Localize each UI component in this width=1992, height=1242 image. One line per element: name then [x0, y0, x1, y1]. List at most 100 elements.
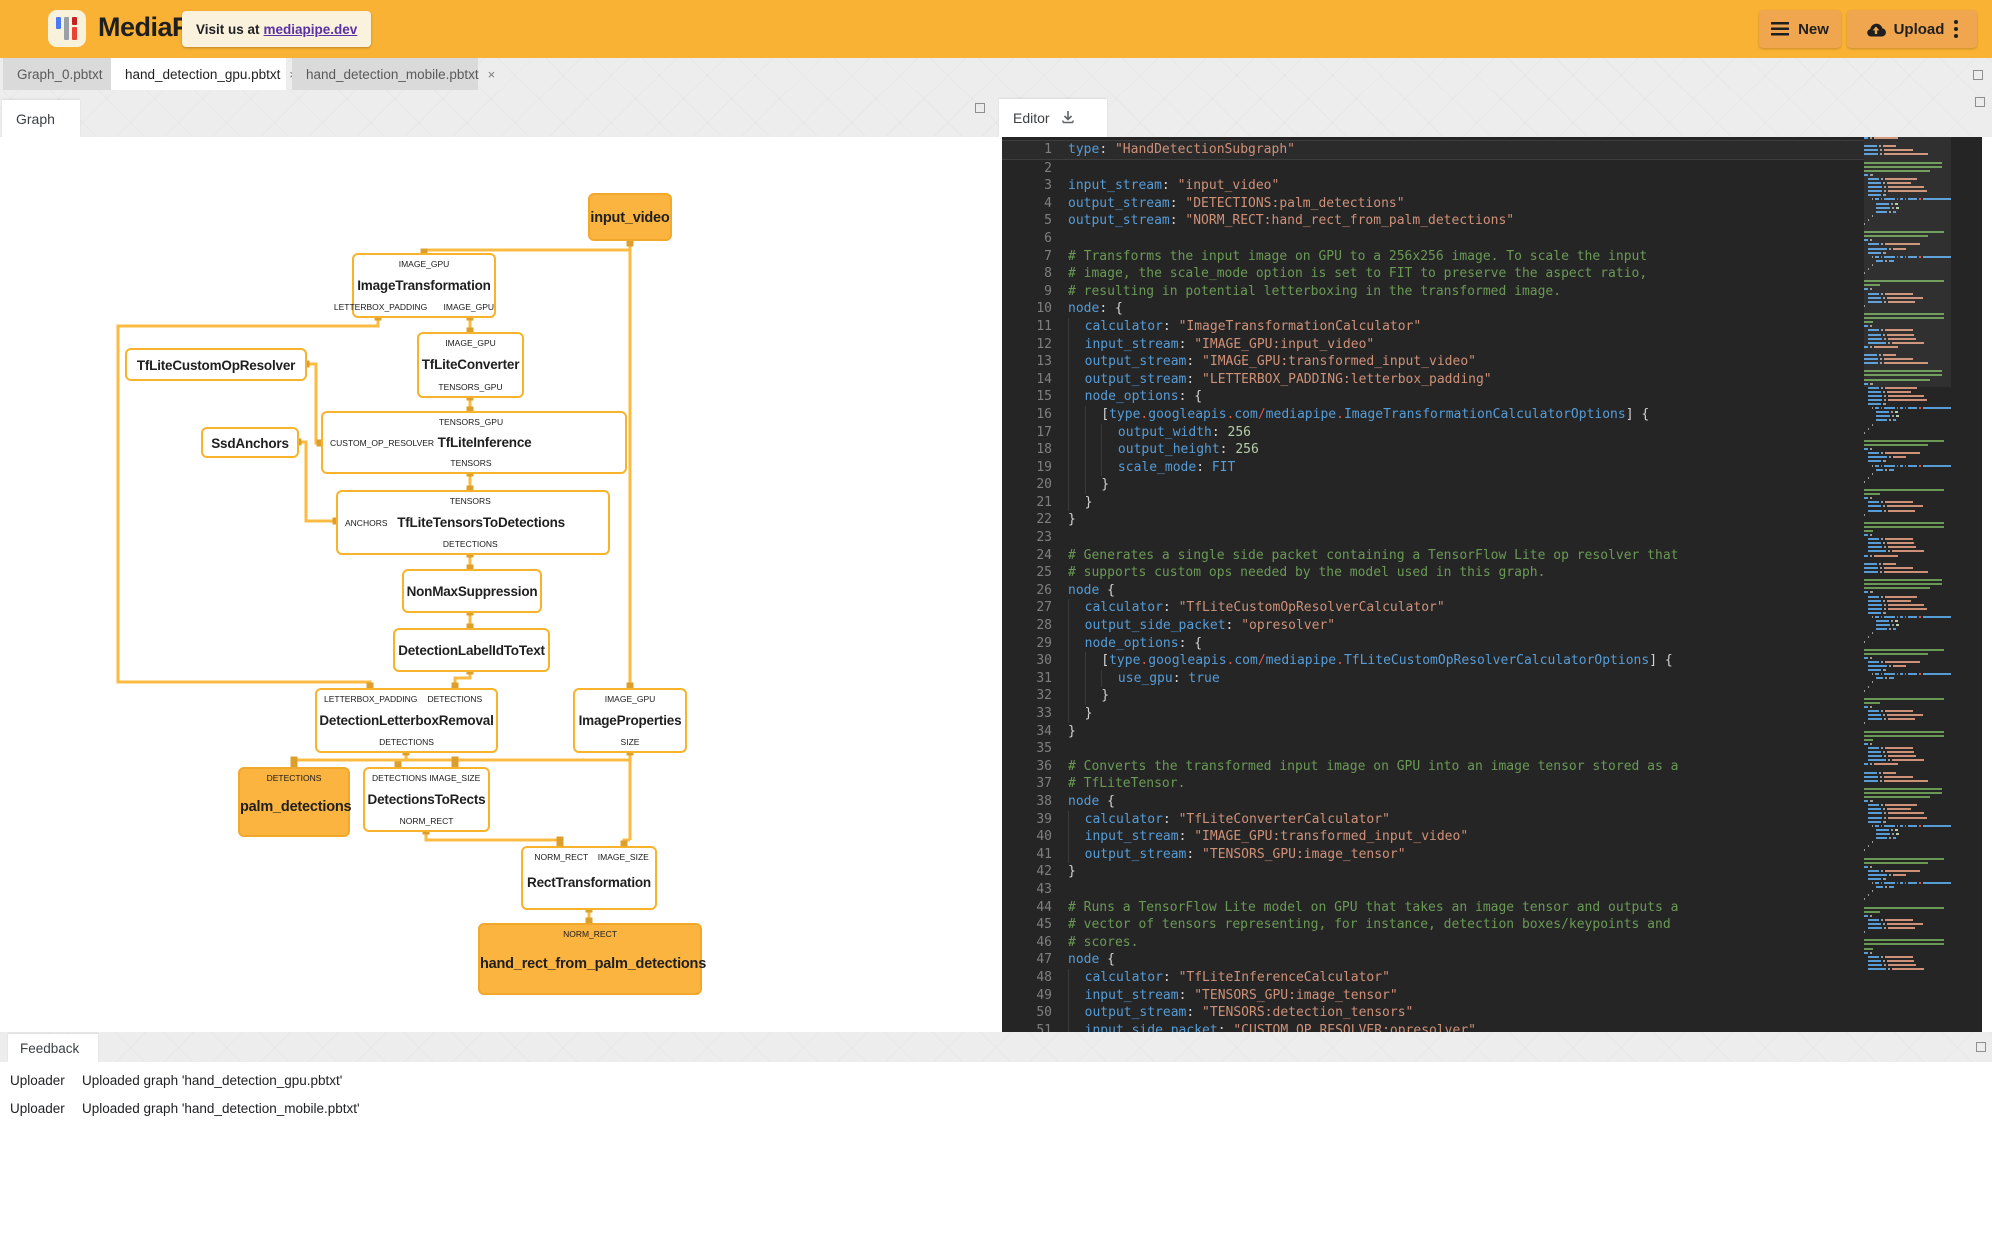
minimap-viewport[interactable] [1864, 137, 1951, 387]
graph-node-image-properties[interactable]: ImageProperties IMAGE_GPU SIZE [573, 688, 687, 753]
editor-popout-icon[interactable] [1975, 97, 1985, 107]
code-line-38[interactable]: 38 node { [1002, 793, 1864, 811]
feedback-entry: Uploader Uploaded graph 'hand_detection_m… [0, 1094, 1000, 1122]
graph-node-detections-to-rects[interactable]: DetectionsToRects DETECTIONS IMAGE_SIZE NOR… [363, 767, 490, 832]
code-text: } [1068, 687, 1109, 705]
graph-node-detection-letterbox-removal[interactable]: DetectionLetterboxRemoval LETTERBOX_PADDI… [315, 688, 498, 753]
code-line-42[interactable]: 42} [1002, 863, 1864, 881]
code-area[interactable]: 1 type: "HandDetectionSubgraph" 2 3 input_st… [1002, 140, 1864, 1032]
code-line-48[interactable]: 48 calculator: "TfLiteInferenceCalculator… [1002, 968, 1864, 987]
code-line-50[interactable]: 50 output_stream: "TENSORS:detection_tens… [1002, 1004, 1864, 1022]
graph-node-non-max-suppression[interactable]: NonMaxSuppression [402, 569, 542, 613]
code-line-32[interactable]: 32} [1002, 687, 1864, 705]
code-text: } [1068, 512, 1076, 528]
editor-tab-label: Editor [1013, 110, 1050, 126]
code-line-6[interactable]: 6 [1002, 230, 1864, 248]
code-line-4[interactable]: 4 output_stream: "DETECTIONS:palm_detecti… [1002, 195, 1864, 213]
upload-button[interactable]: Upload [1847, 10, 1977, 48]
code-line-17[interactable]: 17 output_width: 256 [1002, 423, 1864, 442]
graph-node-detection-label-id-to-text[interactable]: DetectionLabelIdToText [393, 628, 550, 672]
code-line-8[interactable]: 8 # image, the scale_mode option is set t… [1002, 265, 1864, 283]
code-line-20[interactable]: 20} [1002, 476, 1864, 494]
graph-canvas[interactable]: input_video ImageTransformation IMAGE_GPU L… [0, 137, 1002, 1032]
code-text: output_stream: "NORM_RECT:hand_rect_from… [1068, 213, 1515, 229]
new-button[interactable]: New [1759, 10, 1841, 48]
code-line-3[interactable]: 3 input_stream: "input_video" [1002, 177, 1864, 195]
code-line-23[interactable]: 23 [1002, 529, 1864, 547]
code-line-5[interactable]: 5 output_stream: "NORM_RECT:hand_rect_fro… [1002, 212, 1864, 230]
code-line-12[interactable]: 12 input_stream: "IMAGE_GPU:input_video" [1002, 335, 1864, 354]
line-number: 44 [1036, 899, 1052, 915]
tab-feedback[interactable]: Feedback [8, 1034, 98, 1062]
code-line-15[interactable]: 15 node_options: { [1002, 388, 1864, 406]
code-text: output_stream: "DETECTIONS:palm_detectio… [1068, 195, 1405, 211]
tab-graph[interactable]: Graph [2, 100, 80, 137]
code-line-37[interactable]: 37 # TfLiteTensor. [1002, 775, 1864, 793]
editor-minimap[interactable] [1864, 137, 1951, 1032]
code-line-10[interactable]: 10 node: { [1002, 300, 1864, 318]
close-tab-icon[interactable]: × [488, 67, 496, 82]
code-line-22[interactable]: 22} [1002, 511, 1864, 529]
code-line-44[interactable]: 44 # Runs a TensorFlow Lite model on GPU … [1002, 899, 1864, 917]
code-line-47[interactable]: 47 node { [1002, 951, 1864, 969]
code-line-29[interactable]: 29 node_options: { [1002, 634, 1864, 653]
graph-node-rect-transformation[interactable]: RectTransformation NORM_RECT IMAGE_SIZE [521, 846, 657, 910]
code-line-39[interactable]: 39 calculator: "TfLiteConverterCalculator… [1002, 810, 1864, 829]
code-line-16[interactable]: 16 [type.googleapis.com/mediapipe.ImageTr… [1002, 405, 1864, 424]
top-popout-icon[interactable] [1973, 70, 1983, 80]
code-line-7[interactable]: 7 # Transforms the input image on GPU to … [1002, 248, 1864, 266]
code-line-11[interactable]: 11 calculator: "ImageTransformationCalcul… [1002, 317, 1864, 336]
graph-node-tflite-custom-op-resolver[interactable]: TfLiteCustomOpResolver [125, 348, 307, 381]
code-text: } [1068, 864, 1076, 880]
tab-editor[interactable]: Editor [999, 99, 1107, 137]
code-line-36[interactable]: 36 # Converts the transformed input image… [1002, 758, 1864, 776]
graph-node-ssd-anchors[interactable]: SsdAnchors [201, 427, 299, 458]
mediapipe-dev-link[interactable]: mediapipe.dev [264, 22, 358, 37]
upload-more-options-icon[interactable] [1954, 20, 1959, 38]
line-number: 22 [1036, 512, 1052, 528]
graph-node-image-transformation[interactable]: ImageTransformation IMAGE_GPU LETTERBOX_PA… [334, 253, 496, 318]
code-line-31[interactable]: 31 use_gpu: true [1002, 669, 1864, 688]
code-line-28[interactable]: 28 output_side_packet: "opresolver" [1002, 617, 1864, 635]
code-line-49[interactable]: 49 input_stream: "TENSORS_GPU:image_tenso… [1002, 986, 1864, 1005]
code-line-2[interactable]: 2 [1002, 160, 1864, 178]
code-line-14[interactable]: 14 output_stream: "LETTERBOX_PADDING:lett… [1002, 370, 1864, 389]
file-tab-hand_detection_mobile.pbtxt[interactable]: hand_detection_mobile.pbtxt × [292, 58, 495, 90]
graph-node-hand-rect-from-palm-detections[interactable]: hand_rect_from_palm_detections NORM_RECT [478, 923, 706, 995]
code-line-18[interactable]: 18 output_height: 256 [1002, 441, 1864, 459]
download-icon[interactable] [1060, 110, 1076, 126]
code-line-27[interactable]: 27 calculator: "TfLiteCustomOpResolverCal… [1002, 599, 1864, 618]
code-line-46[interactable]: 46 # scores. [1002, 934, 1864, 952]
code-line-35[interactable]: 35 [1002, 740, 1864, 758]
file-tab-hand_detection_gpu.pbtxt[interactable]: hand_detection_gpu.pbtxt× [111, 58, 297, 90]
code-line-43[interactable]: 43 [1002, 881, 1864, 899]
code-line-41[interactable]: 41 output_stream: "TENSORS_GPU:image_tens… [1002, 845, 1864, 864]
code-line-1[interactable]: 1 type: "HandDetectionSubgraph" [1002, 140, 1864, 160]
code-line-13[interactable]: 13 output_stream: "IMAGE_GPU:transformed_… [1002, 353, 1864, 371]
code-line-30[interactable]: 30 [type.googleapis.com/mediapipe.TfLiteC… [1002, 652, 1864, 670]
code-line-9[interactable]: 9 # resulting in potential letterboxing i… [1002, 283, 1864, 301]
graph-node-input-video[interactable]: input_video [588, 193, 672, 241]
line-number: 37 [1036, 776, 1052, 792]
code-line-45[interactable]: 45 # vector of tensors representing, for … [1002, 916, 1864, 934]
line-number: 40 [1036, 829, 1052, 845]
input-port-label: IMAGE_SIZE [597, 852, 649, 862]
feedback-popout-icon[interactable] [1976, 1042, 1986, 1052]
graph-node-palm-detections[interactable]: palm_detections DETECTIONS [238, 767, 352, 837]
graph-node-tflite-tensors-to-detections[interactable]: TfLiteTensorsToDetections TENSORS DETECTIO… [336, 490, 610, 555]
graph-popout-icon[interactable] [975, 103, 985, 113]
code-editor[interactable]: 1 type: "HandDetectionSubgraph" 2 3 input_st… [1002, 137, 1982, 1032]
code-line-24[interactable]: 24 # Generates a single side packet conta… [1002, 547, 1864, 565]
code-line-51[interactable]: 51 input_side_packet: "CUSTOM_OP_RESOLVER… [1002, 1021, 1864, 1032]
code-line-33[interactable]: 33} [1002, 705, 1864, 723]
code-line-19[interactable]: 19 scale_mode: FIT [1002, 458, 1864, 477]
code-line-25[interactable]: 25 # supports custom ops needed by the mo… [1002, 564, 1864, 582]
code-line-21[interactable]: 21} [1002, 493, 1864, 512]
graph-node-tflite-inference[interactable]: TfLiteInference TENSORS_GPU TENSORS CUSTOM_… [321, 411, 627, 474]
code-line-34[interactable]: 34} [1002, 723, 1864, 741]
code-line-26[interactable]: 26 node { [1002, 582, 1864, 600]
code-line-40[interactable]: 40 input_stream: "IMAGE_GPU:transformed_i… [1002, 828, 1864, 846]
file-tab-Graph_0.pbtxt[interactable]: Graph_0.pbtxt× [3, 58, 119, 90]
visit-us-button[interactable]: Visit us at mediapipe.dev [182, 11, 372, 47]
graph-node-tflite-converter[interactable]: TfLiteConverter IMAGE_GPU TENSORS_GPU [417, 332, 524, 398]
